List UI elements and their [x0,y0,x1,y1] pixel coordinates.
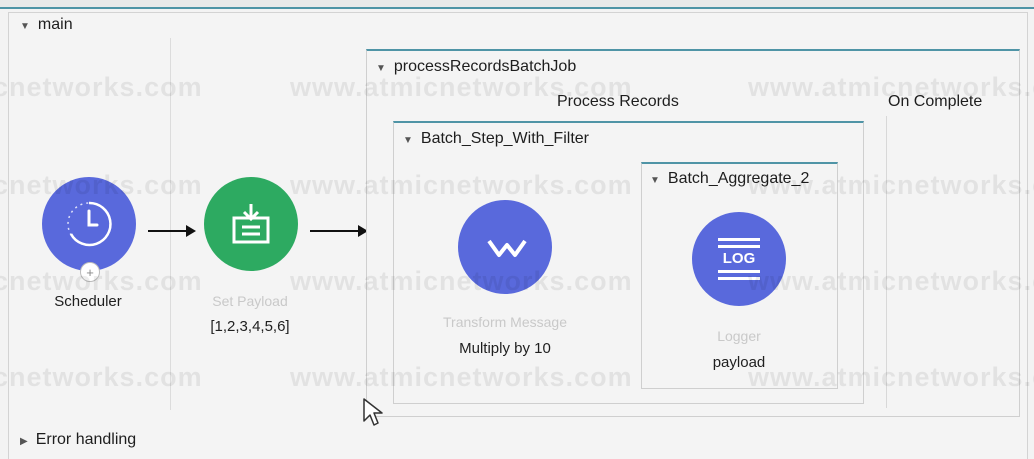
watermark-text: www.atmicnetworks.com [290,72,633,102]
expand-triangle-icon[interactable]: ▶ [20,436,28,447]
watermark-text: www.atmicnetworks.com [0,170,203,200]
watermark-text: www.atmicnetworks.com [0,266,203,296]
transform-message-note: Multiply by 10 [459,340,551,357]
watermark-text: www.atmicnetworks.com [748,266,1034,296]
clock-icon [67,201,112,247]
set-payload-value: [1,2,3,4,5,6] [210,318,290,335]
transform-message-label: Transform Message [443,314,567,330]
batch-step-header[interactable]: ▼ Batch_Step_With_Filter [403,130,589,148]
watermark-text: www.atmicnetworks.com [290,266,633,296]
flow-arrow [310,225,368,237]
batch-step-name: Batch_Step_With_Filter [420,130,589,147]
watermark-text: www.atmicnetworks.com [748,72,1034,102]
canvas-top-rule [0,0,1034,9]
flow-header[interactable]: ▼ main [20,16,73,34]
error-handling-label: Error handling [35,431,137,448]
collapse-triangle-icon[interactable]: ▼ [403,135,413,146]
flow-arrow [148,225,196,237]
watermark-text: www.atmicnetworks.com [0,362,203,392]
set-payload-component[interactable] [204,177,298,271]
logger-label: Logger [717,328,761,344]
error-handling-section[interactable]: ▶ Error handling [20,431,136,449]
watermark-text: www.atmicnetworks.com [290,170,633,200]
watermark-text: www.atmicnetworks.com [290,362,633,392]
flow-name: main [37,16,73,33]
watermark-text: www.atmicnetworks.com [748,362,1034,392]
watermark-text: www.atmicnetworks.com [748,170,1034,200]
collapse-triangle-icon[interactable]: ▼ [650,175,660,186]
set-payload-icon [232,204,270,244]
collapse-triangle-icon[interactable]: ▼ [20,21,30,32]
watermark-text: www.atmicnetworks.com [0,72,203,102]
transform-icon [487,239,527,257]
mouse-cursor-icon [363,398,383,426]
